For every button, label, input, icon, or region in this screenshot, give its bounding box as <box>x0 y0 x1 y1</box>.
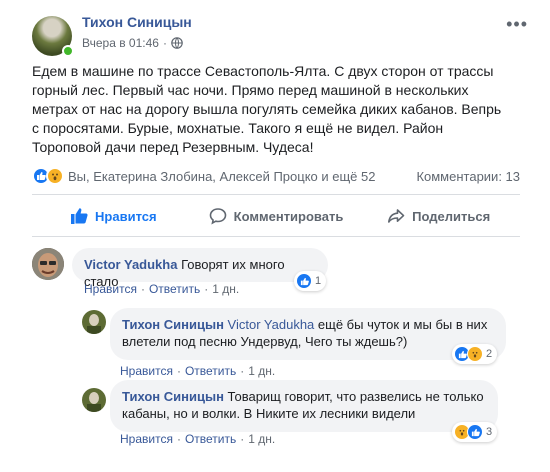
reactions-summary: Вы, Екатерина Злобина, Алексей Процко и … <box>32 166 520 186</box>
comment-reply-link[interactable]: Ответить <box>185 364 236 378</box>
online-status-icon <box>62 45 74 57</box>
face-avatar-icon <box>32 248 64 280</box>
post-actions: Нравится Комментировать Поделиться <box>32 198 520 234</box>
share-button[interactable]: Поделиться <box>357 198 520 234</box>
comments-count-link[interactable]: Комментарии: 13 <box>416 169 520 184</box>
wow-reaction-icon <box>46 167 64 185</box>
post-text: Едем в машине по трассе Севастополь-Ялта… <box>32 63 502 155</box>
comment-button[interactable]: Комментировать <box>195 198 358 234</box>
reaction-names-link[interactable]: Вы, Екатерина Злобина, Алексей Процко и … <box>68 169 416 184</box>
reaction-count: 3 <box>486 426 493 438</box>
comment-like-link[interactable]: Нравится <box>120 364 173 378</box>
comment-like-link[interactable]: Нравится <box>120 432 173 446</box>
reaction-count: 2 <box>486 348 493 360</box>
comment-reply-link[interactable]: Ответить <box>185 432 236 446</box>
author-avatar[interactable] <box>32 16 74 57</box>
share-icon <box>388 209 405 223</box>
commenter-avatar[interactable] <box>82 388 106 412</box>
comment-actions: Нравится · Ответить · 1 дн. <box>120 432 276 446</box>
face-avatar-icon <box>82 310 106 334</box>
comment-mention[interactable]: Victor Yadukha <box>228 317 315 332</box>
wow-reaction-icon <box>467 346 483 362</box>
comment-button-label: Комментировать <box>233 208 344 224</box>
divider <box>32 194 520 195</box>
comment-bubble: Тихон Синицын Товарищ говорит, что разве… <box>110 380 498 432</box>
post-timestamp[interactable]: Вчера в 01:46 <box>82 36 159 50</box>
comment-reply-link[interactable]: Ответить <box>149 282 200 296</box>
reaction-icons[interactable] <box>32 167 64 185</box>
facebook-post: Тихон Синицын Вчера в 01:46 · ••• Едем в… <box>0 0 550 472</box>
commenter-avatar[interactable] <box>82 310 106 334</box>
like-button-label: Нравится <box>95 208 157 224</box>
comment-bubble: Тихон Синицын Victor Yadukha ещё бы чуто… <box>110 308 506 360</box>
like-reaction-icon <box>467 424 483 440</box>
face-avatar-icon <box>82 388 106 412</box>
comment-actions: Нравится · Ответить · 1 дн. <box>84 282 240 296</box>
comment-author[interactable]: Victor Yadukha <box>84 257 177 272</box>
share-button-label: Поделиться <box>412 208 491 224</box>
post-meta: Вчера в 01:46 · <box>82 36 183 50</box>
thumbs-up-icon <box>71 208 88 224</box>
comment-bubble: Victor Yadukha Говорят их много стало <box>72 248 328 289</box>
like-reaction-icon <box>296 273 312 289</box>
comment-author[interactable]: Тихон Синицын <box>122 389 224 404</box>
comment-time[interactable]: 1 дн. <box>248 364 275 378</box>
reaction-count: 1 <box>315 275 322 287</box>
post-author-name[interactable]: Тихон Синицын <box>82 14 192 30</box>
comment-time[interactable]: 1 дн. <box>248 432 275 446</box>
divider <box>32 236 520 237</box>
comment-reactions[interactable]: 2 <box>452 344 498 364</box>
comment-actions: Нравится · Ответить · 1 дн. <box>120 364 276 378</box>
comment-reactions[interactable]: 1 <box>294 271 327 291</box>
comment-like-link[interactable]: Нравится <box>84 282 137 296</box>
more-icon[interactable]: ••• <box>506 14 528 35</box>
like-button[interactable]: Нравится <box>32 198 195 234</box>
comment-reactions[interactable]: 3 <box>452 422 498 442</box>
comment-time[interactable]: 1 дн. <box>212 282 239 296</box>
comment-author[interactable]: Тихон Синицын <box>122 317 224 332</box>
comment-icon <box>209 208 226 225</box>
globe-icon[interactable] <box>171 37 183 49</box>
commenter-avatar[interactable] <box>32 248 64 280</box>
